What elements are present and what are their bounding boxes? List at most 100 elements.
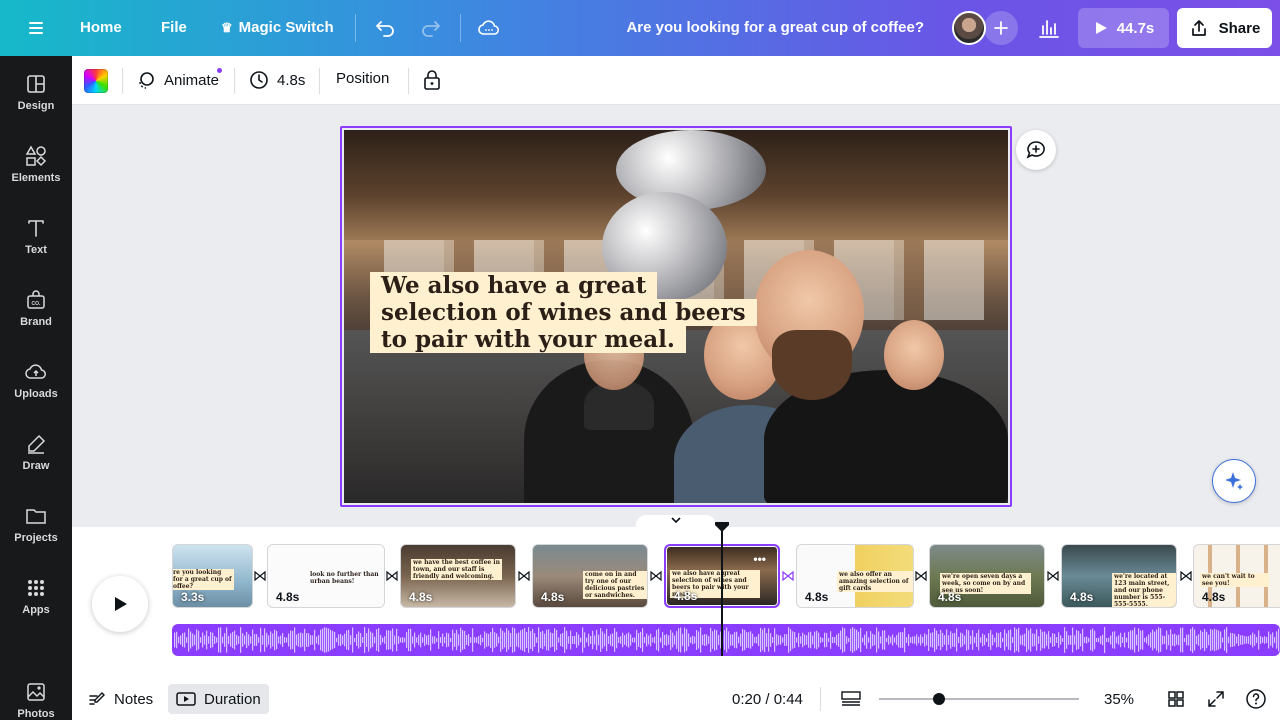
waveform-bar xyxy=(1066,631,1068,649)
page-view-toggle[interactable] xyxy=(840,688,862,710)
home-button[interactable]: Home xyxy=(80,19,122,36)
waveform-bar xyxy=(756,636,758,644)
waveform-bar xyxy=(804,634,806,646)
transition-button[interactable] xyxy=(914,569,928,583)
waveform-bar xyxy=(930,632,932,648)
waveform-bar xyxy=(960,632,962,648)
waveform-bar xyxy=(592,630,594,650)
insights-button[interactable] xyxy=(1030,10,1068,46)
help-button[interactable] xyxy=(1245,688,1267,710)
waveform-bar xyxy=(304,628,306,652)
share-upload-icon xyxy=(1191,20,1206,36)
clip-duration: 3.3s xyxy=(181,590,205,604)
timeline-clip[interactable]: we have the best coffee in town, and our… xyxy=(400,544,516,608)
share-button[interactable]: Share xyxy=(1177,8,1272,48)
transition-button[interactable] xyxy=(253,569,267,583)
position-button[interactable]: Position xyxy=(336,70,389,87)
waveform-bar xyxy=(1056,637,1058,643)
document-title[interactable]: Are you looking for a great cup of coffe… xyxy=(626,19,924,36)
timeline-clip[interactable]: we're located at 123 main street, and ou… xyxy=(1061,544,1177,608)
waveform-bar xyxy=(484,631,486,649)
waveform-bar xyxy=(494,632,496,648)
waveform-bar xyxy=(280,635,282,645)
waveform-bar xyxy=(310,635,312,645)
waveform-bar xyxy=(1192,627,1194,653)
sidebar-item-photos[interactable]: Photos xyxy=(0,664,72,720)
menu-icon[interactable] xyxy=(24,18,48,38)
waveform-bar xyxy=(746,632,748,648)
transition-button[interactable] xyxy=(1179,569,1193,583)
sidebar-item-brand[interactable]: CO. Brand xyxy=(0,272,72,336)
waveform-bar xyxy=(658,628,660,652)
waveform-bar xyxy=(588,633,590,647)
waveform-bar xyxy=(292,630,294,650)
sidebar-item-design[interactable]: Design xyxy=(0,56,72,120)
audio-track[interactable] xyxy=(172,624,1280,656)
transition-button[interactable] xyxy=(781,569,795,583)
redo-button[interactable] xyxy=(419,16,443,40)
waveform-bar xyxy=(466,635,468,645)
zoom-slider-handle[interactable] xyxy=(933,693,945,705)
sidebar-item-draw[interactable]: Draw xyxy=(0,416,72,480)
color-picker-swatch[interactable] xyxy=(84,69,108,93)
cloud-save-status[interactable] xyxy=(477,16,501,40)
waveform-bar xyxy=(1040,629,1042,651)
waveform-bar xyxy=(414,632,416,648)
bar-chart-icon xyxy=(1039,20,1059,38)
waveform-bar xyxy=(408,628,410,652)
sidebar-item-label: Design xyxy=(17,100,55,112)
timeline-clip[interactable]: look no further than urban beans! 4.8s xyxy=(267,544,385,608)
timeline-clip[interactable]: we can't wait to see you! 4.8s xyxy=(1193,544,1280,608)
waveform-bar xyxy=(276,630,278,650)
transition-button[interactable] xyxy=(1046,569,1060,583)
waveform-bar xyxy=(880,636,882,644)
timeline-play-button[interactable] xyxy=(92,576,148,632)
playhead[interactable] xyxy=(721,528,723,656)
zoom-percentage[interactable]: 35% xyxy=(1104,691,1134,708)
zoom-slider-track[interactable] xyxy=(879,698,1079,700)
lock-button[interactable] xyxy=(422,69,442,91)
transition-button[interactable] xyxy=(385,569,399,583)
page-duration-button[interactable]: 4.8s xyxy=(249,70,305,90)
sidebar-item-elements[interactable]: Elements xyxy=(0,128,72,192)
waveform-bar xyxy=(1170,629,1172,651)
sidebar-item-apps[interactable]: Apps xyxy=(0,560,72,624)
grid-view-button[interactable] xyxy=(1165,688,1187,710)
sidebar-item-uploads[interactable]: Uploads xyxy=(0,344,72,408)
fullscreen-button[interactable] xyxy=(1205,688,1227,710)
timeline-clip[interactable]: we're open seven days a week, so come on… xyxy=(929,544,1045,608)
sidebar-item-text[interactable]: Text xyxy=(0,200,72,264)
transition-button[interactable] xyxy=(649,569,663,583)
waveform-bar xyxy=(732,634,734,646)
waveform-bar xyxy=(766,633,768,647)
magic-assistant-button[interactable] xyxy=(1212,459,1256,503)
waveform-bar xyxy=(622,632,624,648)
transition-button[interactable] xyxy=(517,569,531,583)
animate-button[interactable]: Animate xyxy=(136,70,219,90)
sidebar-item-projects[interactable]: Projects xyxy=(0,488,72,552)
avatar[interactable] xyxy=(952,11,986,45)
playhead-handle[interactable] xyxy=(715,522,729,532)
waveform-bar xyxy=(394,635,396,645)
design-canvas-page[interactable]: We also have a great selection of wines … xyxy=(344,130,1008,503)
waveform-bar xyxy=(608,636,610,644)
waveform-bar xyxy=(510,632,512,648)
undo-button[interactable] xyxy=(373,16,397,40)
notes-button[interactable]: Notes xyxy=(80,684,161,714)
duration-button[interactable]: Duration xyxy=(168,684,269,714)
timeline-clip[interactable]: re you looking for a great cup of offee?… xyxy=(172,544,253,608)
waveform-bar xyxy=(810,631,812,649)
add-comment-button[interactable] xyxy=(1016,130,1056,170)
collapse-timeline-button[interactable] xyxy=(636,515,716,533)
timeline-clip[interactable]: we also offer an amazing selection of gi… xyxy=(796,544,914,608)
waveform-bar xyxy=(176,631,178,649)
waveform-bar xyxy=(354,637,356,643)
file-menu-button[interactable]: File xyxy=(161,19,187,36)
present-play-button[interactable]: 44.7s xyxy=(1078,8,1169,48)
caption-text-box[interactable]: We also have a great selection of wines … xyxy=(370,272,757,353)
more-options-icon[interactable]: ••• xyxy=(753,552,766,566)
add-collaborator-button[interactable] xyxy=(984,11,1018,45)
waveform-bar xyxy=(350,635,352,645)
magic-switch-button[interactable]: ♛ Magic Switch xyxy=(221,19,334,36)
timeline-clip[interactable]: come on in and try one of our delicious … xyxy=(532,544,648,608)
